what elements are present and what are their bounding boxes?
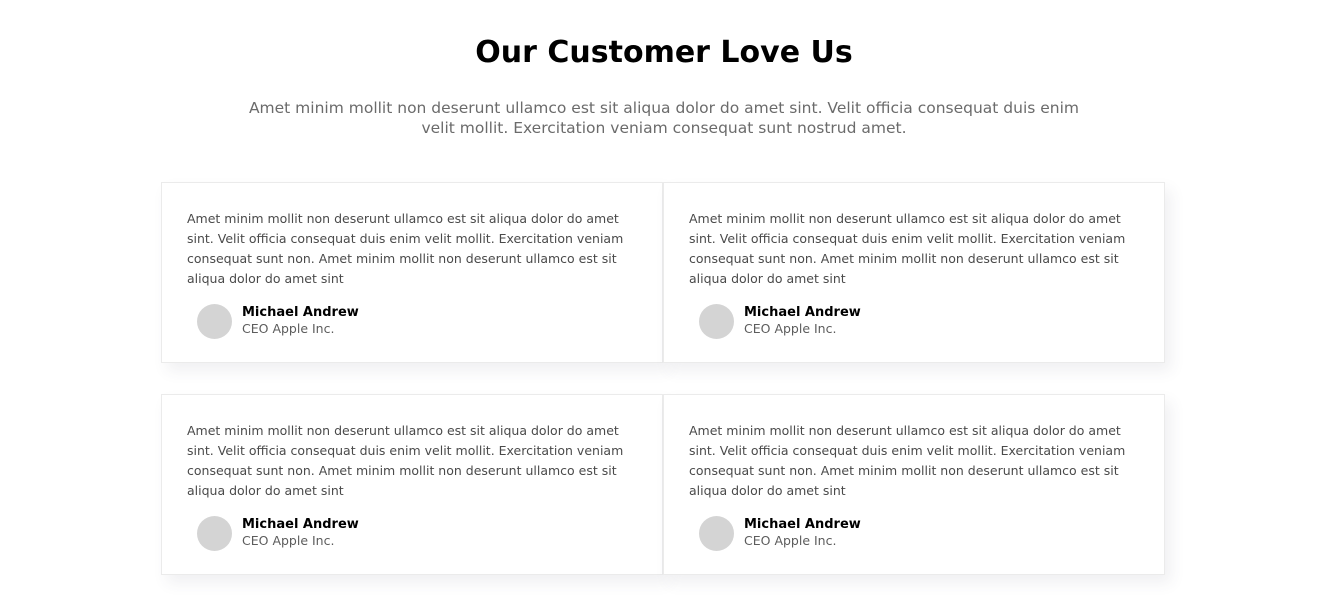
- testimonial-quote: Amet minim mollit non deserunt ullamco e…: [187, 211, 624, 286]
- testimonial-author: Michael Andrew CEO Apple Inc.: [197, 515, 359, 551]
- author-role: CEO Apple Inc.: [242, 321, 335, 336]
- author-meta: Michael Andrew CEO Apple Inc.: [744, 305, 861, 337]
- author-name: Michael Andrew: [744, 517, 861, 532]
- author-meta: Michael Andrew CEO Apple Inc.: [744, 517, 861, 549]
- testimonial-quote: Amet minim mollit non deserunt ullamco e…: [689, 423, 1126, 498]
- testimonial-author: Michael Andrew CEO Apple Inc.: [197, 303, 359, 339]
- testimonial-author: Michael Andrew CEO Apple Inc.: [699, 515, 861, 551]
- author-role: CEO Apple Inc.: [744, 321, 837, 336]
- author-role: CEO Apple Inc.: [744, 533, 837, 548]
- testimonials-section: Our Customer Love Us Amet minim mollit n…: [0, 0, 1328, 603]
- testimonial-quote: Amet minim mollit non deserunt ullamco e…: [689, 211, 1126, 286]
- section-subtitle: Amet minim mollit non deserunt ullamco e…: [248, 99, 1080, 137]
- author-name: Michael Andrew: [242, 305, 359, 320]
- testimonial-card: Amet minim mollit non deserunt ullamco e…: [663, 182, 1165, 363]
- author-name: Michael Andrew: [744, 305, 861, 320]
- testimonial-card: Amet minim mollit non deserunt ullamco e…: [161, 394, 663, 575]
- avatar: [197, 515, 232, 551]
- testimonial-card: Amet minim mollit non deserunt ullamco e…: [161, 182, 663, 363]
- author-meta: Michael Andrew CEO Apple Inc.: [242, 517, 359, 549]
- avatar: [699, 303, 734, 339]
- author-role: CEO Apple Inc.: [242, 533, 335, 548]
- avatar: [197, 303, 232, 339]
- section-title: Our Customer Love Us: [475, 35, 853, 70]
- testimonial-quote: Amet minim mollit non deserunt ullamco e…: [187, 423, 624, 498]
- author-name: Michael Andrew: [242, 517, 359, 532]
- avatar: [699, 515, 734, 551]
- author-meta: Michael Andrew CEO Apple Inc.: [242, 305, 359, 337]
- testimonial-author: Michael Andrew CEO Apple Inc.: [699, 303, 861, 339]
- testimonial-card: Amet minim mollit non deserunt ullamco e…: [663, 394, 1165, 575]
